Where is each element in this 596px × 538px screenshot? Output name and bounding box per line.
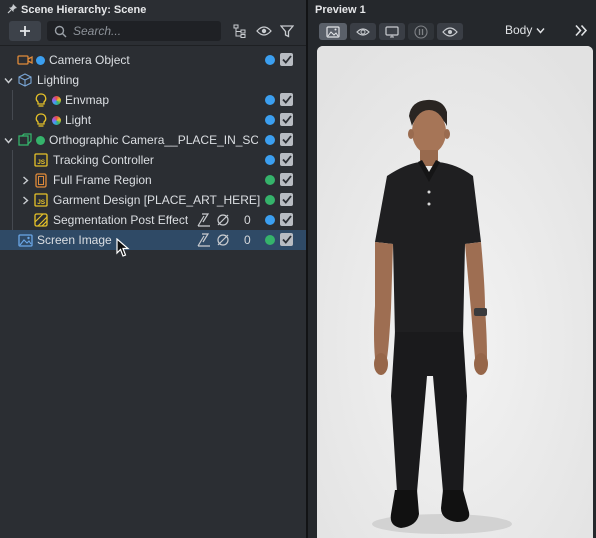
device-preview-button[interactable] xyxy=(379,23,405,40)
status-dot xyxy=(265,135,275,145)
enabled-checkbox[interactable] xyxy=(280,53,293,66)
ortho-camera-icon xyxy=(17,132,33,148)
monitor-icon xyxy=(385,25,399,37)
layer-count: 0 xyxy=(244,233,251,247)
item-label: Lighting xyxy=(37,73,80,87)
body-dropdown[interactable]: Body xyxy=(505,23,545,37)
list-item[interactable]: JS Tracking Controller xyxy=(0,150,306,170)
status-dot xyxy=(265,175,275,185)
enabled-checkbox[interactable] xyxy=(280,173,293,186)
filter-icon[interactable] xyxy=(277,21,297,41)
plus-icon xyxy=(20,26,30,36)
status-dot xyxy=(265,195,275,205)
scene-hierarchy-panel: Scene Hierarchy: Scene Camera xyxy=(0,0,306,538)
image-mode-button[interactable] xyxy=(319,23,347,40)
preview-person-image xyxy=(317,46,593,538)
js-script-icon: JS xyxy=(33,152,49,168)
list-item[interactable]: Light xyxy=(0,110,306,130)
pause-icon xyxy=(414,24,428,39)
hidden-icon[interactable] xyxy=(215,212,231,228)
add-object-button[interactable] xyxy=(9,21,41,41)
transform-icon[interactable] xyxy=(196,212,212,228)
search-icon xyxy=(54,25,67,37)
image-icon xyxy=(17,232,33,248)
post-effect-icon xyxy=(33,212,49,228)
list-item[interactable]: Full Frame Region xyxy=(0,170,306,190)
item-label: Orthographic Camera__PLACE_IN_SCE xyxy=(49,133,258,147)
status-dot xyxy=(265,55,275,65)
enabled-checkbox[interactable] xyxy=(280,233,293,246)
item-label: Full Frame Region xyxy=(53,173,152,187)
search-input[interactable] xyxy=(71,23,215,39)
enabled-checkbox[interactable] xyxy=(280,93,293,106)
dropdown-label: Body xyxy=(505,23,533,37)
chevron-down-icon xyxy=(536,27,545,34)
bulb-icon xyxy=(33,92,49,108)
multicolor-layer-icon xyxy=(52,116,61,125)
cube-icon xyxy=(17,72,33,88)
camera-icon xyxy=(17,52,33,68)
preview-title: Preview 1 xyxy=(315,3,366,16)
js-script-icon: JS xyxy=(33,192,49,208)
search-box[interactable] xyxy=(47,21,221,41)
pin-icon[interactable] xyxy=(7,3,18,17)
list-item[interactable]: Camera Object xyxy=(0,50,306,70)
hierarchy-toolbar xyxy=(0,18,306,44)
enabled-checkbox[interactable] xyxy=(280,213,293,226)
camera-view-button[interactable] xyxy=(350,23,376,40)
region-icon xyxy=(33,172,49,188)
item-label: Camera Object xyxy=(49,53,130,67)
status-dot xyxy=(265,215,275,225)
panel-title: Scene Hierarchy: Scene xyxy=(21,3,147,16)
status-dot xyxy=(265,155,275,165)
list-item[interactable]: Segmentation Post Effect 0 xyxy=(0,210,306,230)
layer-dot xyxy=(36,136,45,145)
multicolor-layer-icon xyxy=(52,96,61,105)
preview-visibility-button[interactable] xyxy=(437,23,463,40)
eye-lens-icon xyxy=(356,27,370,36)
mouse-cursor-icon xyxy=(116,237,130,261)
chevron-down-icon[interactable] xyxy=(3,75,13,85)
svg-text:JS: JS xyxy=(37,199,46,206)
panel-header: Scene Hierarchy: Scene xyxy=(7,2,146,17)
pause-button[interactable] xyxy=(408,23,434,40)
bulb-icon xyxy=(33,112,49,128)
item-label: Garment Design [PLACE_ART_HERE] xyxy=(53,193,261,207)
eye-icon xyxy=(442,26,458,37)
hidden-icon[interactable] xyxy=(215,232,231,248)
list-item-selected[interactable]: Screen Image 0 xyxy=(0,230,306,250)
item-label: Envmap xyxy=(65,93,110,107)
status-dot xyxy=(265,95,275,105)
expand-panel-icon[interactable] xyxy=(574,24,588,40)
list-item[interactable]: Lighting xyxy=(0,70,306,90)
item-label: Light xyxy=(65,113,92,127)
layer-dot xyxy=(36,56,45,65)
chevron-right-icon[interactable] xyxy=(20,195,30,205)
item-label: Tracking Controller xyxy=(53,153,154,167)
image-icon xyxy=(326,25,340,38)
toolbar-divider xyxy=(0,45,306,46)
transform-icon[interactable] xyxy=(196,232,212,248)
item-label: Segmentation Post Effect xyxy=(53,213,189,227)
svg-text:JS: JS xyxy=(37,159,46,166)
chevron-down-icon[interactable] xyxy=(3,135,13,145)
enabled-checkbox[interactable] xyxy=(280,193,293,206)
enabled-checkbox[interactable] xyxy=(280,153,293,166)
status-dot xyxy=(265,235,275,245)
hierarchy-view-icon[interactable] xyxy=(230,21,250,41)
status-dot xyxy=(265,115,275,125)
enabled-checkbox[interactable] xyxy=(280,113,293,126)
enabled-checkbox[interactable] xyxy=(280,133,293,146)
layer-count: 0 xyxy=(244,213,251,227)
item-label: Screen Image xyxy=(37,233,112,247)
list-item[interactable]: Envmap xyxy=(0,90,306,110)
list-item[interactable]: Orthographic Camera__PLACE_IN_SCE xyxy=(0,130,306,150)
list-item[interactable]: JS Garment Design [PLACE_ART_HERE] xyxy=(0,190,306,210)
preview-viewport[interactable] xyxy=(317,46,593,538)
chevron-right-icon[interactable] xyxy=(20,175,30,185)
visibility-eye-icon[interactable] xyxy=(254,21,274,41)
